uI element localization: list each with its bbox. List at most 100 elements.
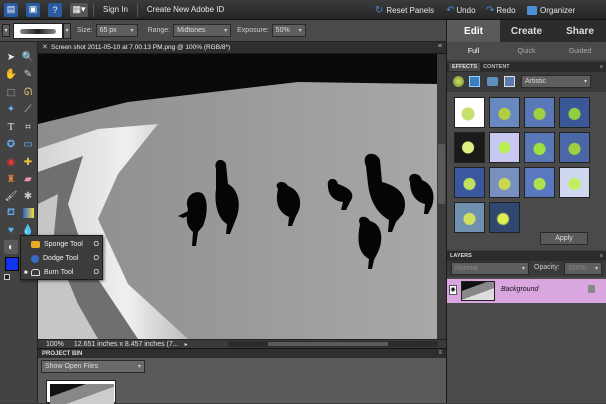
effect-thumbnail[interactable] — [524, 132, 555, 163]
blend-mode-select[interactable]: Normal ▾ — [451, 262, 529, 275]
panel-menu-icon[interactable]: ≡ — [600, 64, 603, 70]
zoom-tool-icon[interactable]: 🔍 — [21, 50, 35, 64]
zoom-level[interactable]: 100% — [46, 341, 64, 348]
magic-wand-tool-icon[interactable]: ✦ — [4, 102, 18, 116]
project-bin-header: PROJECT BIN ≡ — [38, 348, 446, 358]
sign-in-link[interactable]: Sign In — [103, 5, 128, 14]
redo-button[interactable]: ↷ Redo — [486, 0, 516, 20]
effect-thumbnail[interactable] — [559, 132, 590, 163]
burn-tool-shortcut: O — [93, 269, 99, 276]
effect-thumbnail[interactable] — [489, 202, 520, 233]
selection-brush-tool-icon[interactable]: ⟋ — [21, 102, 35, 116]
subtab-quick[interactable]: Quick — [500, 42, 553, 60]
lock-icon[interactable] — [588, 285, 595, 293]
filters-icon[interactable] — [453, 76, 464, 87]
brush-dropdown-arrow[interactable]: ▾ — [63, 22, 71, 39]
horizontal-scrollbar[interactable] — [228, 341, 438, 347]
effect-thumbnail[interactable] — [454, 202, 485, 233]
marquee-tool-icon[interactable]: ⬚ — [4, 85, 18, 99]
effect-thumbnail[interactable] — [524, 167, 555, 198]
bin-view-select[interactable]: Show Open Files ▾ — [41, 360, 145, 373]
brush-preset-icon[interactable]: ▤ — [4, 2, 18, 17]
effect-thumbnail[interactable] — [524, 97, 555, 128]
eyedropper-tool-icon[interactable]: ✎ — [21, 67, 35, 81]
layer-styles-icon[interactable] — [469, 76, 480, 87]
size-field[interactable]: 65 px ▾ — [95, 24, 138, 37]
smart-brush-tool-icon[interactable]: ✱ — [21, 189, 35, 203]
panel-menu-icon[interactable]: ≡ — [438, 350, 442, 356]
undo-button[interactable]: ↶ Undo — [446, 0, 476, 20]
vertical-scrollbar[interactable] — [437, 54, 446, 339]
effect-thumbnail[interactable] — [454, 167, 485, 198]
crop-tool-icon[interactable]: ⌗ — [21, 120, 35, 134]
help-icon[interactable]: ? — [48, 2, 62, 17]
document-tab-close-icon[interactable]: ✕ — [42, 43, 48, 51]
subtab-full[interactable]: Full — [447, 42, 500, 60]
panel-menu-icon[interactable]: ≡ — [600, 253, 603, 259]
healing-brush-tool-icon[interactable]: ✚ — [21, 155, 35, 169]
shape-tool-icon[interactable]: ♥ — [4, 223, 18, 237]
organizer-label: Organizer — [540, 5, 576, 15]
cookie-cutter-tool-icon[interactable]: ✪ — [4, 137, 18, 151]
photo-effects-icon[interactable] — [487, 77, 498, 86]
range-value: Midtones — [177, 27, 206, 34]
foreground-color-swatch[interactable] — [5, 257, 19, 271]
clone-stamp-tool-icon[interactable]: ♜ — [4, 172, 18, 186]
tab-effects[interactable]: EFFECTS — [449, 63, 481, 71]
apply-button[interactable]: Apply — [540, 232, 588, 245]
sponge-tool-active-icon[interactable]: ◐ — [4, 240, 18, 254]
tab-share[interactable]: Share — [553, 20, 606, 42]
effect-thumbnail[interactable] — [489, 167, 520, 198]
opacity-field[interactable]: 100% ▾ — [564, 262, 602, 275]
effect-thumbnail[interactable] — [454, 132, 485, 163]
dodge-tool-menu-item[interactable]: Dodge Tool O — [21, 252, 104, 265]
layer-row-background[interactable]: ◉ Background — [447, 279, 606, 303]
subtab-guided[interactable]: Guided — [553, 42, 606, 60]
tab-edit[interactable]: Edit — [447, 20, 500, 42]
document-tab[interactable]: ✕ Screen shot 2011-05-10 at 7.00.13 PM.p… — [38, 42, 446, 54]
effects-toolbar: Artistic ▾ — [447, 72, 606, 92]
brush-preview[interactable] — [13, 22, 63, 39]
effect-thumbnail[interactable] — [454, 97, 485, 128]
lasso-tool-icon[interactable]: ᘏ — [21, 85, 35, 99]
tool-preset-picker[interactable]: ▾ — [2, 24, 10, 37]
effect-thumbnail[interactable] — [559, 97, 590, 128]
red-eye-tool-icon[interactable]: ◉ — [4, 155, 18, 169]
project-bin-title: PROJECT BIN — [42, 350, 83, 357]
paint-bucket-tool-icon[interactable]: ⛾ — [4, 206, 18, 220]
organizer-button[interactable]: Organizer — [527, 0, 575, 20]
range-select[interactable]: Midtones ▾ — [173, 24, 232, 37]
exposure-field[interactable]: 50% ▾ — [271, 24, 306, 37]
effect-thumbnail[interactable] — [489, 97, 520, 128]
bin-thumbnail[interactable] — [46, 380, 116, 404]
status-arrow-icon[interactable]: ▸ — [185, 341, 188, 348]
brush-tool-icon[interactable]: 🖌 — [4, 189, 18, 203]
image-canvas[interactable] — [38, 54, 437, 339]
size-label: Size: — [77, 27, 93, 34]
effect-thumbnail[interactable] — [489, 132, 520, 163]
move-tool-icon[interactable]: ➤ — [4, 50, 18, 64]
type-tool-icon[interactable]: T — [4, 120, 18, 134]
straighten-tool-icon[interactable]: ▭ — [21, 137, 35, 151]
save-icon[interactable]: ▣ — [26, 2, 40, 17]
burn-tool-menu-item[interactable]: ■ Burn Tool O — [21, 266, 104, 279]
all-effects-icon[interactable] — [504, 76, 515, 87]
visibility-eye-icon[interactable]: ◉ — [449, 285, 457, 295]
effect-thumbnail[interactable] — [559, 167, 590, 198]
effects-category-select[interactable]: Artistic ▾ — [521, 75, 591, 88]
panel-menu-icon[interactable]: ≡ — [438, 43, 442, 50]
tab-create[interactable]: Create — [500, 20, 553, 42]
gradient-tool-icon[interactable] — [21, 206, 35, 220]
eraser-tool-icon[interactable]: ▰ — [21, 172, 35, 186]
scrollbar-thumb[interactable] — [438, 144, 445, 204]
default-colors-icon[interactable] — [4, 274, 10, 280]
effects-category-value: Artistic — [525, 78, 546, 85]
scrollbar-thumb[interactable] — [268, 342, 388, 346]
sponge-tool-menu-item[interactable]: Sponge Tool O — [21, 238, 104, 251]
hand-tool-icon[interactable]: ✋ — [4, 67, 18, 81]
right-panel: Edit Create Share Full Quick Guided EFFE… — [446, 20, 606, 403]
arrange-icon[interactable]: ▦▾ — [70, 2, 88, 17]
create-adobe-id-link[interactable]: Create New Adobe ID — [147, 5, 224, 14]
reset-panels-button[interactable]: ↻ Reset Panels — [375, 0, 434, 20]
tab-content[interactable]: CONTENT — [480, 63, 513, 71]
